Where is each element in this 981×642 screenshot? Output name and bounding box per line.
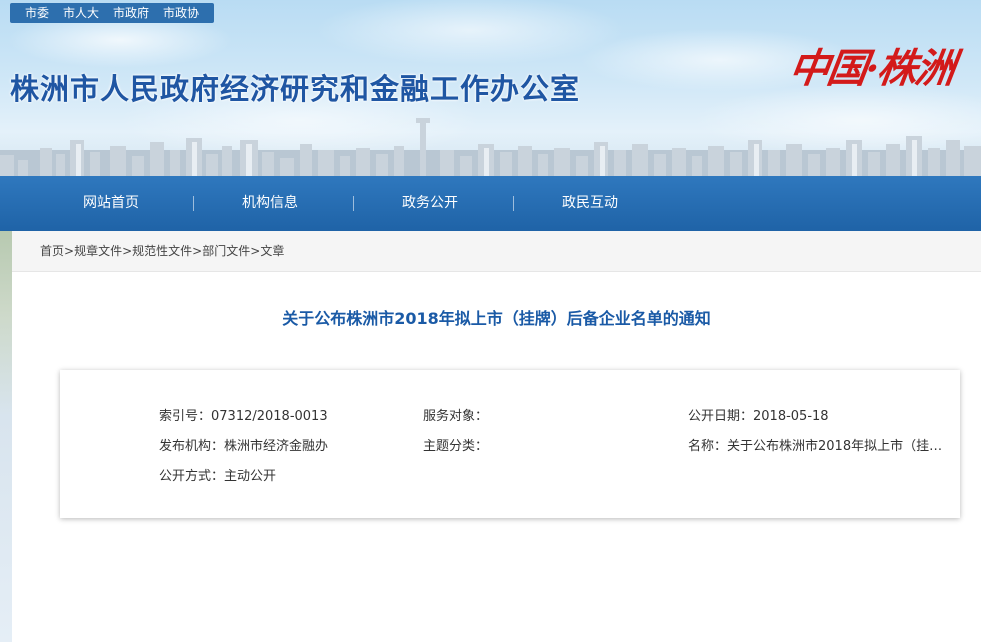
breadcrumb-separator: >	[192, 244, 203, 258]
top-link-party-committee[interactable]: 市委	[18, 3, 56, 23]
subject-category: 主题分类：	[423, 439, 489, 454]
header-banner: 市委 市人大 市政府 市政协 株洲市人民政府经济研究和金融工作办公室 中国·株洲	[0, 0, 981, 176]
nav-item-home[interactable]: 网站首页	[31, 176, 191, 231]
publish-date: 公开日期：2018-05-18	[688, 409, 829, 424]
breadcrumb-regulations[interactable]: 规章文件	[74, 244, 122, 258]
index-number: 索引号：07312/2018-0013	[159, 409, 328, 424]
nav-item-organization[interactable]: 机构信息	[190, 176, 350, 231]
breadcrumb-separator: >	[250, 244, 261, 258]
breadcrumb-normative-docs[interactable]: 规范性文件	[132, 244, 192, 258]
top-link-cppcc[interactable]: 市政协	[156, 3, 206, 23]
top-link-peoples-congress[interactable]: 市人大	[56, 3, 106, 23]
breadcrumb-home[interactable]: 首页	[40, 244, 64, 258]
main-content: 首页>规章文件>规范性文件>部门文件>文章 关于公布株洲市2018年拟上市（挂牌…	[12, 231, 981, 642]
service-target: 服务对象：	[423, 409, 489, 424]
disclosure-method: 公开方式：主动公开	[159, 469, 277, 484]
publisher: 发布机构：株洲市经济金融办	[159, 439, 329, 454]
nav-item-public-affairs[interactable]: 政务公开	[350, 176, 510, 231]
top-link-government[interactable]: 市政府	[106, 3, 156, 23]
main-navigation: 网站首页 机构信息 政务公开 政民互动	[0, 176, 981, 231]
breadcrumb-separator: >	[122, 244, 133, 258]
document-name: 名称：关于公布株洲市2018年拟上市（挂牌）后备企业名单的通知	[688, 439, 943, 454]
city-skyline-image	[0, 118, 981, 176]
breadcrumb: 首页>规章文件>规范性文件>部门文件>文章	[40, 231, 284, 271]
background-edge	[0, 231, 12, 642]
site-title: 株洲市人民政府经济研究和金融工作办公室	[10, 72, 581, 106]
document-info-box: 索引号：07312/2018-0013 服务对象： 公开日期：2018-05-1…	[60, 370, 960, 518]
article-title: 关于公布株洲市2018年拟上市（挂牌）后备企业名单的通知	[282, 309, 711, 328]
city-logo: 中国·株洲	[786, 45, 957, 92]
breadcrumb-article: 文章	[260, 244, 285, 258]
breadcrumb-bar: 首页>规章文件>规范性文件>部门文件>文章	[12, 231, 981, 272]
breadcrumb-separator: >	[64, 244, 75, 258]
breadcrumb-department-docs[interactable]: 部门文件	[202, 244, 250, 258]
top-links-bar: 市委 市人大 市政府 市政协	[10, 3, 215, 23]
nav-item-interaction[interactable]: 政民互动	[510, 176, 670, 231]
